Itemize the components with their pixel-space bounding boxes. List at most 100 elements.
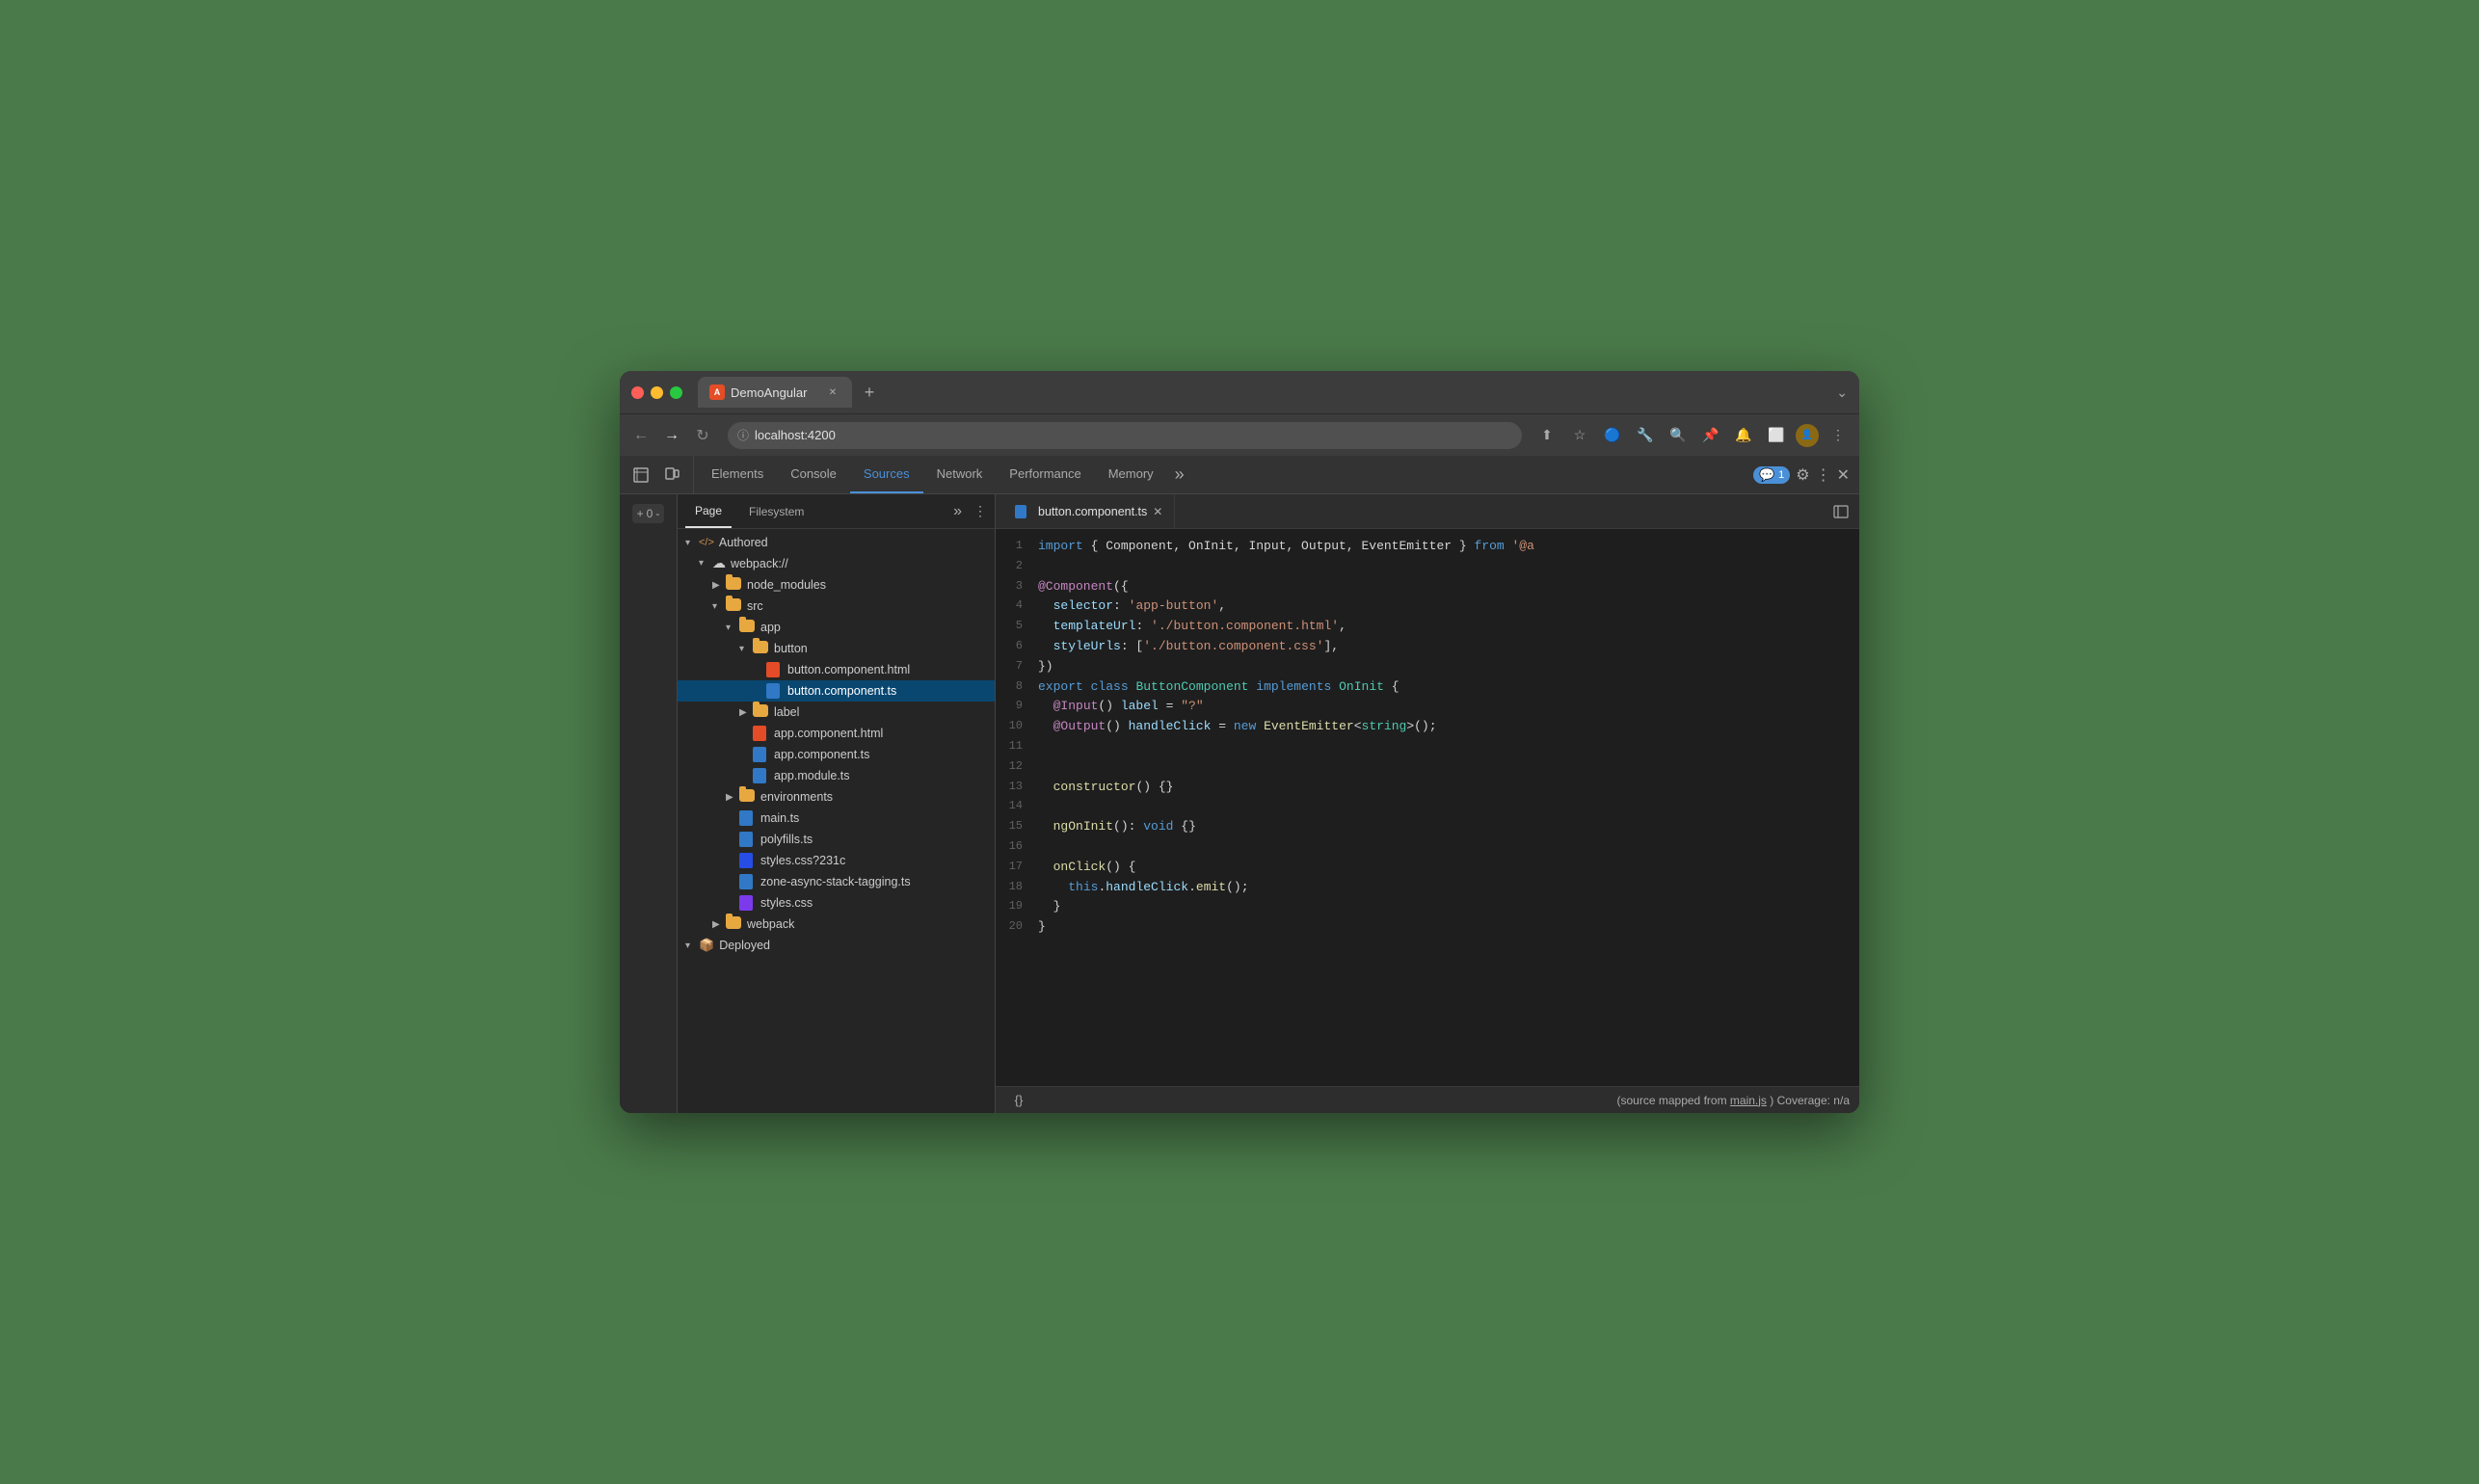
- source-map-info: (source mapped from main.js ) Coverage: …: [1032, 1094, 1850, 1107]
- src-label: src: [747, 599, 763, 613]
- app-module-label: app.module.ts: [774, 769, 850, 782]
- button-folder[interactable]: ▾ button: [678, 638, 995, 659]
- button-html-file[interactable]: button.component.html: [678, 659, 995, 680]
- maximize-traffic-light[interactable]: [670, 386, 682, 399]
- profiles-button[interactable]: ⬜: [1763, 422, 1790, 449]
- environments-folder[interactable]: ▶ environments: [678, 786, 995, 808]
- extension4-button[interactable]: 📌: [1697, 422, 1724, 449]
- file-tree-menu-icon[interactable]: ⋮: [973, 503, 987, 519]
- authored-section-header[interactable]: ▾ </> Authored: [678, 533, 995, 552]
- tab-elements[interactable]: Elements: [698, 456, 777, 493]
- devtools-actions: 💬 1 ⚙ ⋮ ✕: [1744, 465, 1859, 485]
- app-folder[interactable]: ▾ app: [678, 617, 995, 638]
- close-traffic-light[interactable]: [631, 386, 644, 399]
- tab-bar: A DemoAngular ✕ +: [698, 377, 1828, 408]
- menu-button[interactable]: ⋮: [1825, 422, 1852, 449]
- tab-sources[interactable]: Sources: [850, 456, 923, 493]
- webpack-folder-label: webpack: [747, 917, 794, 931]
- styles-css-hash-label: styles.css?231c: [760, 854, 845, 867]
- file-tree-pane: Page Filesystem » ⋮ ▾ </> Author: [678, 494, 996, 1113]
- extension3-button[interactable]: 🔍: [1665, 422, 1692, 449]
- window-menu-icon[interactable]: ⌄: [1836, 384, 1848, 401]
- reload-button[interactable]: ↻: [689, 422, 716, 449]
- code-content[interactable]: import { Component, OnInit, Input, Outpu…: [1030, 529, 1859, 1086]
- file-tree-tab-page[interactable]: Page: [685, 494, 732, 528]
- webpack-folder-header[interactable]: ▾ ☁ webpack://: [678, 552, 995, 574]
- devtools-header: Elements Console Sources Network Perform…: [620, 456, 1859, 494]
- code-line-6: styleUrls: ['./button.component.css'],: [1038, 637, 1859, 657]
- extension1-button[interactable]: 🔵: [1599, 422, 1626, 449]
- code-line-20: }: [1038, 917, 1859, 938]
- file-tree-tab-more[interactable]: »: [953, 503, 962, 520]
- node-modules-folder[interactable]: ▶ node_modules: [678, 574, 995, 596]
- code-line-16: [1038, 837, 1859, 858]
- webpack-subfolder[interactable]: ▶ webpack: [678, 914, 995, 935]
- tab-performance[interactable]: Performance: [996, 456, 1094, 493]
- notification-badge[interactable]: 💬 1: [1753, 466, 1790, 484]
- share-button[interactable]: ⬆: [1533, 422, 1560, 449]
- zoom-in-button[interactable]: + 0 -: [632, 504, 665, 523]
- sources-panel: Page Filesystem » ⋮ ▾ </> Author: [678, 494, 1859, 1113]
- coverage-text: Coverage: n/a: [1777, 1094, 1850, 1107]
- traffic-lights: [631, 386, 682, 399]
- new-tab-button[interactable]: +: [856, 379, 883, 406]
- file-tree-header: Page Filesystem » ⋮: [678, 494, 995, 529]
- app-ts-label: app.component.ts: [774, 748, 869, 761]
- code-line-14: [1038, 797, 1859, 817]
- deployed-section-header[interactable]: ▾ 📦 Deployed: [678, 935, 995, 956]
- app-html-file[interactable]: app.component.html: [678, 723, 995, 744]
- source-map-link[interactable]: main.js: [1730, 1094, 1767, 1107]
- tab-memory[interactable]: Memory: [1095, 456, 1167, 493]
- inspect-element-icon[interactable]: [629, 464, 653, 487]
- tab-close-button[interactable]: ✕: [825, 384, 840, 400]
- devtools-panel: Elements Console Sources Network Perform…: [620, 456, 1859, 1113]
- code-editor-tab[interactable]: button.component.ts ✕: [1003, 494, 1175, 528]
- styles-css-file[interactable]: styles.css: [678, 892, 995, 914]
- file-tree-body: ▾ </> Authored ▾ ☁ webpack://: [678, 529, 995, 1113]
- toggle-sidebar-icon[interactable]: [1830, 501, 1852, 522]
- app-module-file[interactable]: app.module.ts: [678, 765, 995, 786]
- back-button[interactable]: ←: [627, 422, 654, 449]
- editor-filename: button.component.ts: [1038, 505, 1147, 518]
- extension5-button[interactable]: 🔔: [1730, 422, 1757, 449]
- device-toolbar-icon[interactable]: [660, 464, 683, 487]
- main-ts-file[interactable]: main.ts: [678, 808, 995, 829]
- app-label: app: [760, 621, 781, 634]
- button-html-label: button.component.html: [787, 663, 910, 676]
- title-bar-actions: ⌄: [1836, 384, 1848, 401]
- src-folder[interactable]: ▾ src: [678, 596, 995, 617]
- user-avatar-button[interactable]: 👤: [1796, 424, 1819, 447]
- zoom-level: 0: [647, 507, 653, 520]
- code-line-12: [1038, 757, 1859, 778]
- more-tabs-button[interactable]: »: [1167, 464, 1192, 485]
- forward-button[interactable]: →: [658, 422, 685, 449]
- active-browser-tab[interactable]: A DemoAngular ✕: [698, 377, 852, 408]
- label-folder[interactable]: ▶ label: [678, 702, 995, 723]
- bookmark-button[interactable]: ☆: [1566, 422, 1593, 449]
- file-tree-tab-filesystem[interactable]: Filesystem: [739, 494, 813, 528]
- devtools-settings-icon[interactable]: ⚙: [1796, 465, 1809, 485]
- webpack-label: webpack://: [731, 557, 788, 570]
- address-bar[interactable]: ⓘ localhost:4200: [728, 422, 1522, 449]
- minimize-traffic-light[interactable]: [651, 386, 663, 399]
- code-line-4: selector: 'app-button',: [1038, 596, 1859, 617]
- editor-tab-close-icon[interactable]: ✕: [1153, 505, 1162, 518]
- polyfills-ts-file[interactable]: polyfills.ts: [678, 829, 995, 850]
- button-ts-file[interactable]: button.component.ts: [678, 680, 995, 702]
- tab-network[interactable]: Network: [923, 456, 997, 493]
- devtools-close-icon[interactable]: ✕: [1837, 465, 1850, 485]
- app-ts-file[interactable]: app.component.ts: [678, 744, 995, 765]
- tab-console[interactable]: Console: [777, 456, 850, 493]
- zone-async-file[interactable]: zone-async-stack-tagging.ts: [678, 871, 995, 892]
- devtools-more-icon[interactable]: ⋮: [1816, 465, 1831, 485]
- zone-async-label: zone-async-stack-tagging.ts: [760, 875, 911, 888]
- environments-label: environments: [760, 790, 833, 804]
- format-button[interactable]: {}: [1005, 1087, 1032, 1114]
- tab-title: DemoAngular: [731, 385, 808, 400]
- title-bar: A DemoAngular ✕ + ⌄: [620, 371, 1859, 413]
- zoom-controls: + 0 -: [632, 504, 665, 523]
- styles-css-hash-file[interactable]: styles.css?231c: [678, 850, 995, 871]
- main-ts-label: main.ts: [760, 811, 799, 825]
- code-pane-header-actions: [1830, 501, 1852, 522]
- extension2-button[interactable]: 🔧: [1632, 422, 1659, 449]
